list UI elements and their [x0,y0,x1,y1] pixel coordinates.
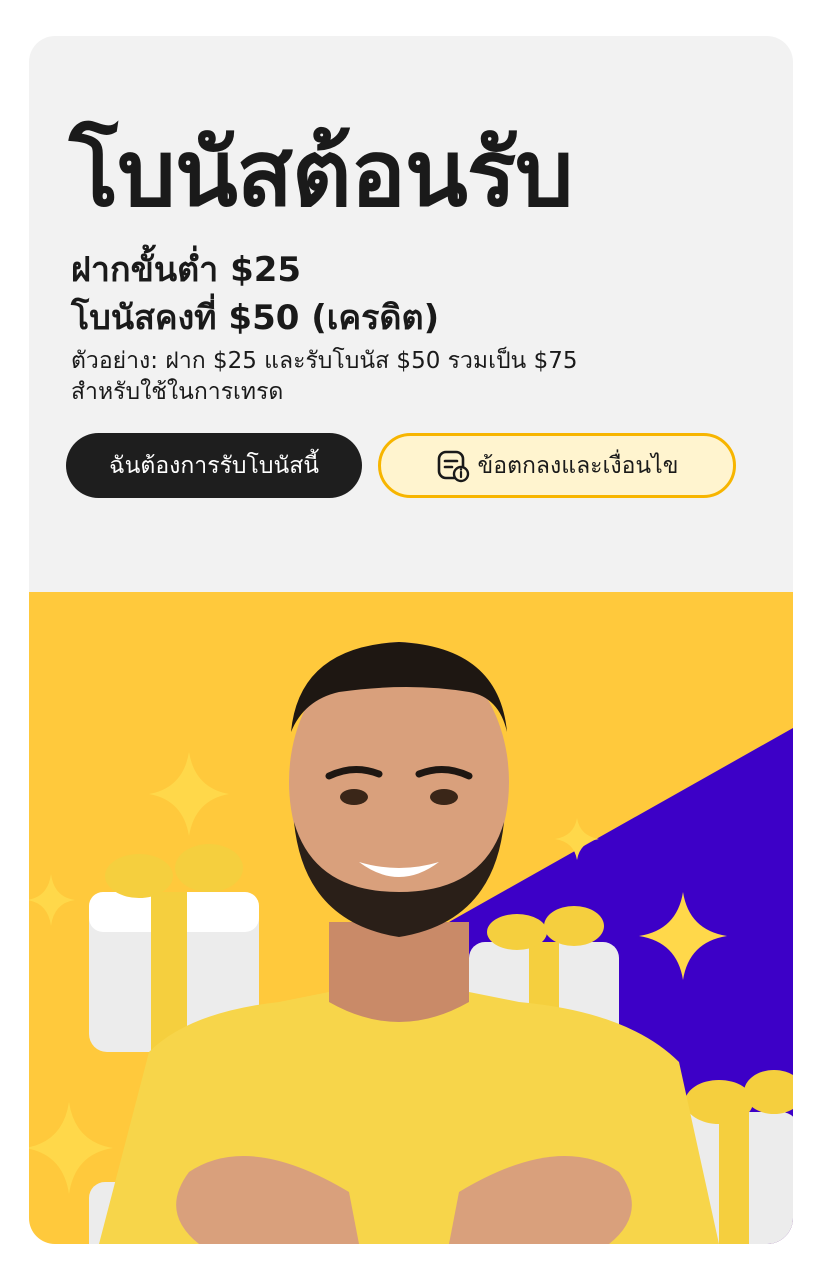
min-deposit-text: ฝากขั้นต่ำ $25 [71,250,302,290]
claim-bonus-button[interactable]: ฉันต้องการรับโบนัสนี้ [66,433,362,498]
example-line-2: สำหรับใช้ในการเทรด [71,378,284,405]
example-line-1: ตัวอย่าง: ฝาก $25 และรับโบนัส $50 รวมเป็… [71,348,578,374]
document-info-icon [436,449,470,483]
hero-illustration [29,642,793,1244]
fixed-bonus-text: โบนัสคงที่ $50 (เครดิต) [71,298,440,338]
promo-text-area: โบนัสต้อนรับ ฝากขั้นต่ำ $25 โบนัสคงที่ $… [29,36,793,592]
terms-label: ข้อตกลงและเงื่อนไข [477,452,679,479]
hero-image [29,592,793,1244]
example-text: ตัวอย่าง: ฝาก $25 และรับโบนัส $50 รวมเป็… [71,346,577,407]
terms-button[interactable]: ข้อตกลงและเงื่อนไข [378,433,736,498]
promo-card: โบนัสต้อนรับ ฝากขั้นต่ำ $25 โบนัสคงที่ $… [29,36,793,1244]
page-title: โบนัสต้อนรับ [69,120,574,227]
